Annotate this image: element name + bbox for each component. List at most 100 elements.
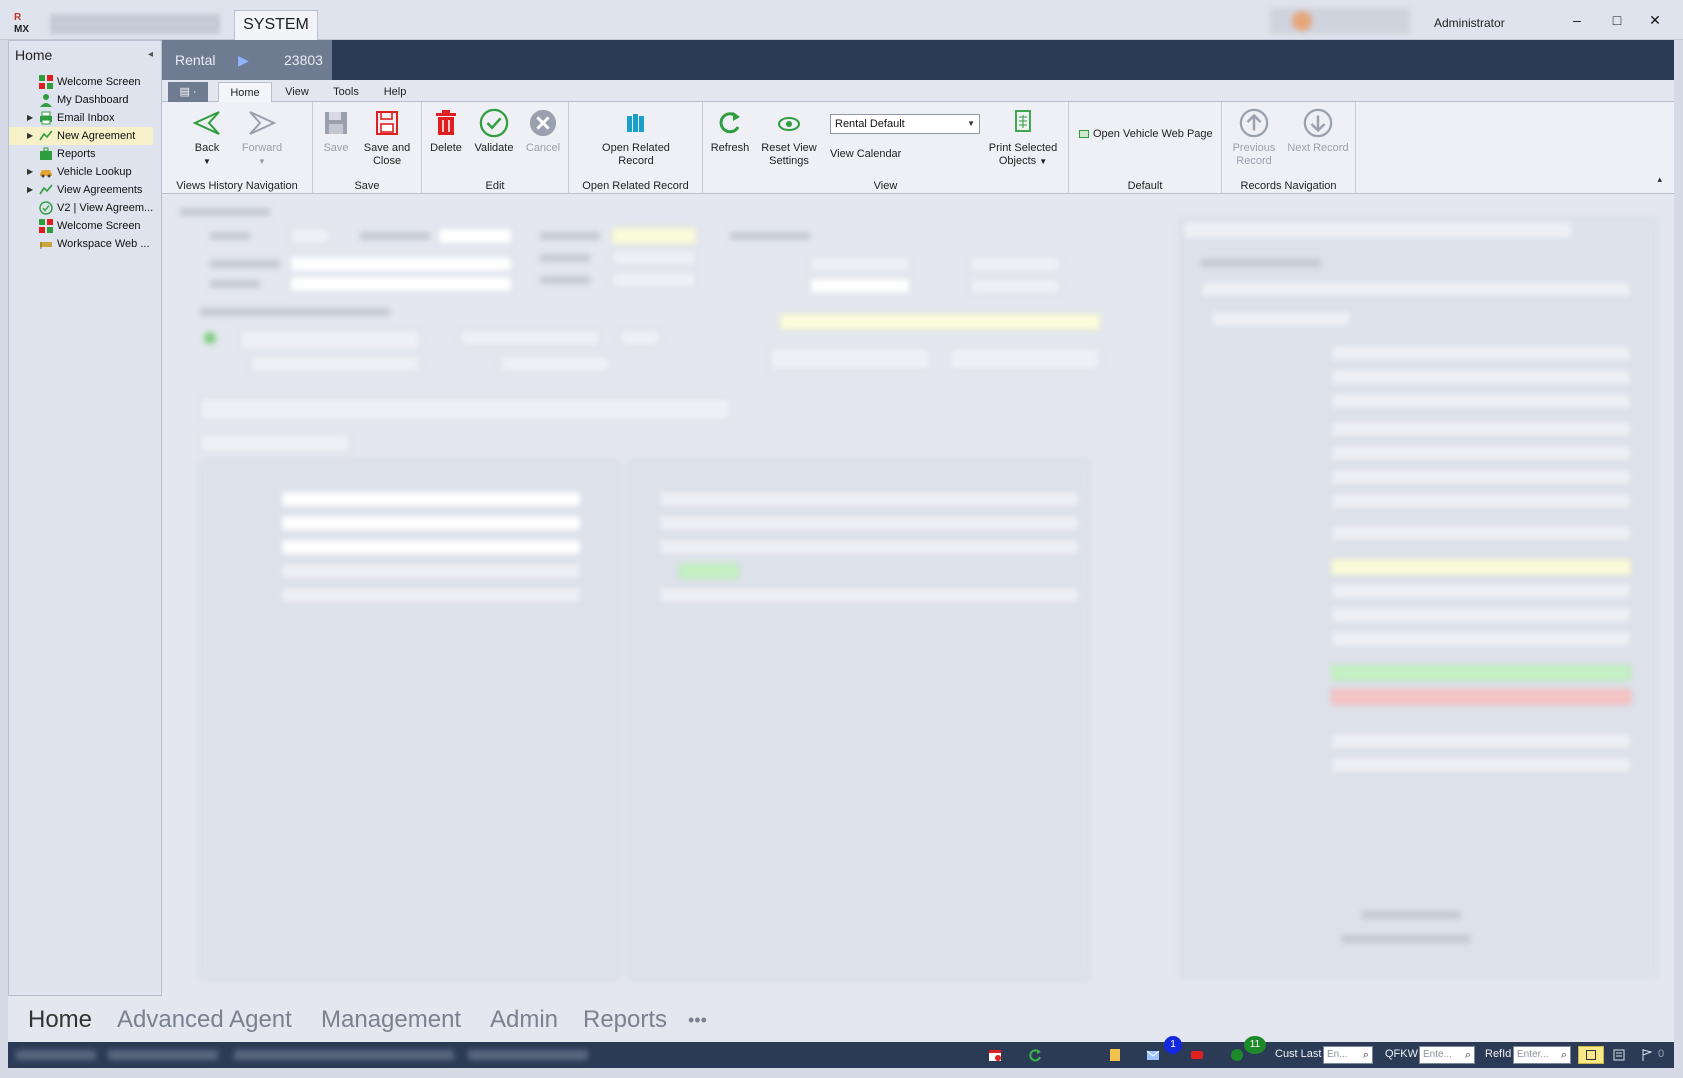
tab-view[interactable]: View	[274, 82, 320, 103]
cust-last-input[interactable]: En... ⌕	[1323, 1046, 1373, 1064]
mail-icon[interactable]	[1146, 1048, 1160, 1062]
blurred-button[interactable]	[240, 330, 420, 350]
blurred-subtab-strip[interactable]	[200, 434, 350, 452]
blurred-field[interactable]	[1331, 421, 1631, 437]
forward-button[interactable]: Forward ▼	[232, 108, 292, 168]
blurred-field[interactable]	[281, 515, 581, 531]
tab-help[interactable]: Help	[372, 82, 418, 103]
blurred-button[interactable]	[770, 348, 930, 370]
collapse-ribbon-icon[interactable]: ▴	[1657, 174, 1662, 185]
blurred-field[interactable]	[1331, 733, 1631, 749]
blurred-field[interactable]	[659, 515, 1079, 531]
blurred-field[interactable]	[1331, 493, 1631, 509]
blurred-field[interactable]	[1331, 631, 1631, 647]
dropdown-caret-icon[interactable]: ▼	[203, 157, 211, 166]
maximize-button[interactable]: □	[1602, 10, 1632, 30]
save-and-close-button[interactable]: Save and Close	[357, 108, 417, 168]
blurred-field[interactable]	[612, 272, 696, 288]
sidebar-item-welcome-screen-2[interactable]: Welcome Screen	[9, 217, 161, 235]
reset-view-settings-button[interactable]: Reset View Settings	[757, 108, 821, 168]
blurred-field[interactable]	[290, 256, 512, 272]
search-icon[interactable]: ⌕	[1465, 1047, 1471, 1063]
blurred-field[interactable]	[281, 563, 581, 579]
blurred-subtab-strip[interactable]	[200, 398, 730, 420]
blurred-field[interactable]	[290, 228, 330, 244]
view-calendar-button[interactable]: View Calendar	[830, 148, 910, 161]
blurred-field[interactable]	[438, 228, 512, 244]
dropdown-caret-icon[interactable]: ▼	[258, 157, 266, 166]
validate-button[interactable]: Validate	[472, 108, 516, 155]
blurred-highlighted-field[interactable]	[1331, 559, 1631, 575]
blurred-field[interactable]	[1331, 345, 1631, 361]
open-related-record-button[interactable]: Open Related Record	[589, 108, 683, 168]
blurred-field[interactable]	[281, 491, 581, 507]
blurred-field[interactable]	[290, 276, 512, 292]
blurred-field[interactable]	[500, 356, 610, 372]
refresh-button[interactable]: Refresh	[707, 108, 753, 155]
collapse-panel-icon[interactable]: ◂	[148, 49, 153, 60]
blurred-field[interactable]	[659, 491, 1079, 507]
sidebar-item-new-agreement[interactable]: ▶ New Agreement	[9, 127, 153, 145]
blurred-tab[interactable]	[50, 14, 220, 34]
sidebar-item-vehicle-lookup[interactable]: ▶ Vehicle Lookup	[9, 163, 161, 181]
expand-arrow-icon[interactable]: ▶	[27, 109, 33, 127]
blurred-highlighted-field[interactable]	[780, 314, 1100, 330]
blurred-field[interactable]	[1331, 445, 1631, 461]
nav-advanced-agent[interactable]: Advanced Agent	[117, 1006, 292, 1034]
calendar-icon[interactable]	[988, 1048, 1002, 1062]
more-icon[interactable]: •••	[688, 1010, 707, 1031]
blurred-field[interactable]	[1331, 393, 1631, 409]
cancel-button[interactable]: Cancel	[522, 108, 564, 155]
back-button[interactable]: Back ▼	[182, 108, 232, 168]
open-vehicle-web-page-button[interactable]: Open Vehicle Web Page	[1079, 128, 1219, 141]
blurred-field[interactable]	[810, 256, 910, 272]
blurred-field[interactable]	[1331, 607, 1631, 623]
sidebar-item-workspace-web[interactable]: Workspace Web ...	[9, 235, 161, 253]
save-button[interactable]: Save	[321, 108, 351, 155]
next-record-button[interactable]: Next Record	[1284, 108, 1352, 155]
print-selected-objects-button[interactable]: Print Selected Objects ▼	[987, 108, 1059, 168]
nav-management[interactable]: Management	[321, 1006, 461, 1034]
view-layout-select[interactable]: Rental Default ▼	[830, 114, 980, 134]
system-tab[interactable]: SYSTEM	[234, 10, 318, 40]
sidebar-item-email-inbox[interactable]: ▶ Email Inbox	[9, 109, 161, 127]
blurred-field[interactable]	[1331, 525, 1631, 541]
blurred-field[interactable]	[659, 587, 1079, 603]
blurred-summary-tabs[interactable]	[1183, 221, 1573, 239]
blurred-button[interactable]	[950, 348, 1100, 370]
sidebar-item-reports[interactable]: Reports	[9, 145, 161, 163]
expand-arrow-icon[interactable]: ▶	[27, 127, 33, 145]
blurred-field[interactable]	[250, 356, 420, 372]
search-icon[interactable]: ⌕	[1363, 1047, 1369, 1063]
sidebar-item-welcome-screen[interactable]: Welcome Screen	[9, 73, 161, 91]
blurred-field[interactable]	[659, 539, 1079, 555]
blurred-field[interactable]	[620, 330, 660, 346]
chat-icon[interactable]	[1230, 1048, 1244, 1062]
blurred-field[interactable]	[612, 250, 696, 266]
blurred-field[interactable]	[1201, 281, 1631, 297]
blurred-field[interactable]	[1331, 469, 1631, 485]
blurred-status-field[interactable]	[1331, 665, 1631, 681]
nav-home[interactable]: Home	[28, 1006, 92, 1034]
blurred-field[interactable]	[810, 278, 910, 294]
notification-flag-icon[interactable]	[1640, 1048, 1654, 1062]
minimize-button[interactable]: –	[1562, 10, 1592, 30]
blurred-field[interactable]	[281, 587, 581, 603]
delete-button[interactable]: Delete	[426, 108, 466, 155]
nav-admin[interactable]: Admin	[490, 1006, 558, 1034]
expand-arrow-icon[interactable]: ▶	[27, 163, 33, 181]
blurred-field[interactable]	[970, 278, 1060, 294]
document-tab-rental[interactable]: Rental ▶ 23803	[162, 40, 332, 80]
file-menu-button[interactable]: ▤ ·	[168, 82, 208, 102]
sidebar-item-my-dashboard[interactable]: My Dashboard	[9, 91, 161, 109]
list-icon[interactable]	[1612, 1048, 1626, 1062]
dropdown-caret-icon[interactable]: ▼	[1039, 157, 1047, 166]
blurred-field[interactable]	[1331, 757, 1631, 773]
blurred-field[interactable]	[1331, 583, 1631, 599]
tab-home[interactable]: Home	[218, 82, 272, 103]
alert-icon[interactable]	[1190, 1048, 1204, 1062]
blurred-field[interactable]	[970, 256, 1060, 272]
user-name[interactable]: Administrator	[1434, 16, 1505, 30]
blurred-field[interactable]	[1211, 311, 1351, 327]
blurred-status-field[interactable]	[1331, 689, 1631, 705]
